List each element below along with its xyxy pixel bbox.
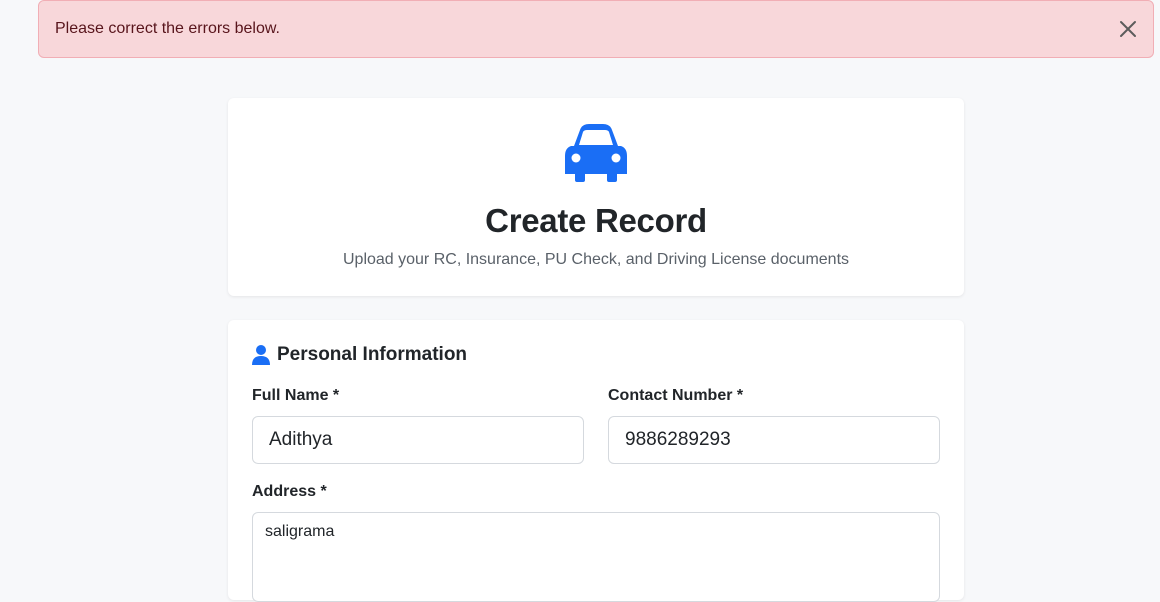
person-icon [252, 345, 270, 365]
personal-info-card: Personal Information Full Name * Contact… [228, 320, 964, 602]
header-card: Create Record Upload your RC, Insurance,… [228, 98, 964, 296]
section-title-text: Personal Information [277, 344, 468, 365]
contact-number-label: Contact Number * [608, 387, 744, 404]
contact-number-input[interactable] [608, 416, 940, 464]
alert-message: Please correct the errors below. [55, 20, 280, 37]
close-icon[interactable] [1117, 18, 1139, 40]
address-textarea[interactable]: saligrama [252, 512, 940, 602]
page-title: Create Record [485, 202, 707, 239]
full-name-input[interactable] [252, 416, 584, 464]
car-icon [563, 124, 629, 182]
full-name-label: Full Name * [252, 387, 340, 404]
error-alert: Please correct the errors below. [38, 0, 1154, 58]
section-title: Personal Information [252, 344, 467, 366]
page-subtitle: Upload your RC, Insurance, PU Check, and… [342, 251, 850, 268]
address-label: Address * [252, 483, 327, 500]
